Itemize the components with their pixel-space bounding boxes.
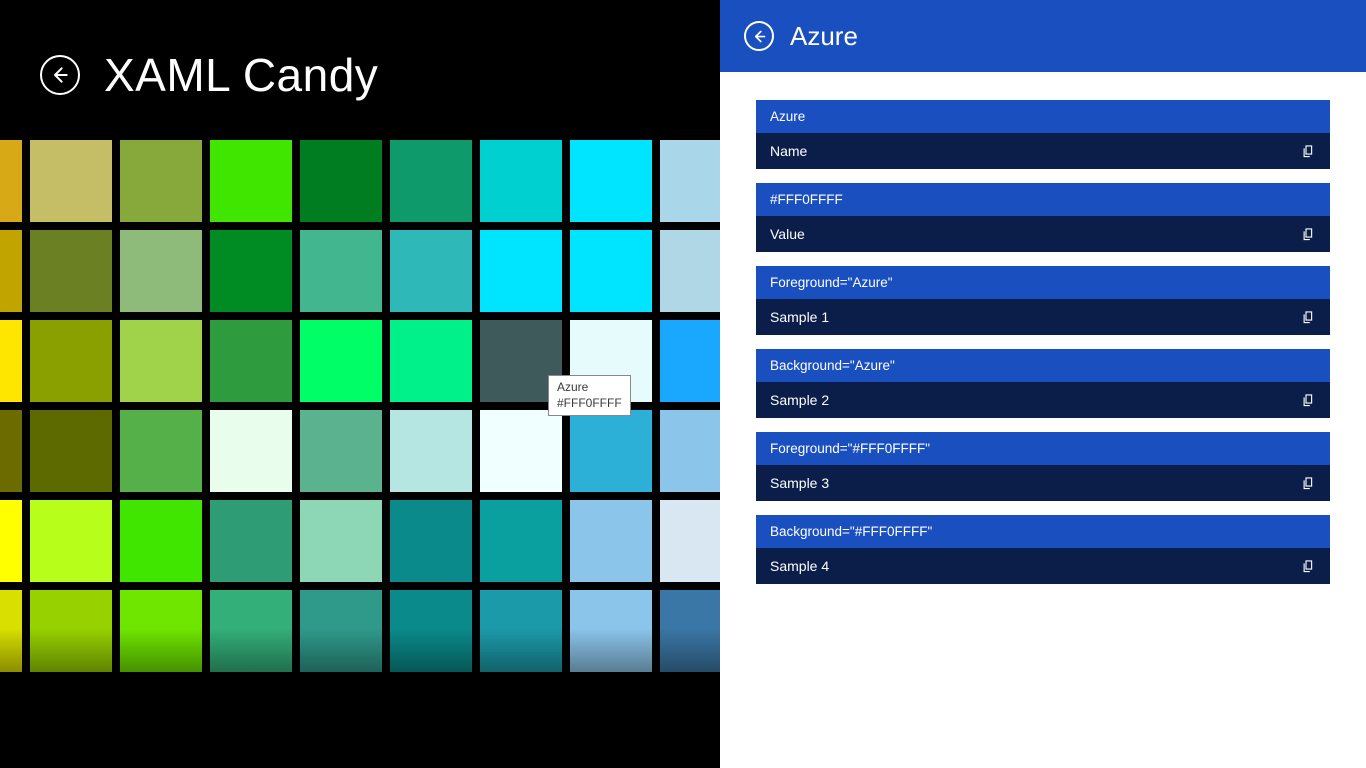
color-swatch[interactable]	[120, 590, 202, 672]
property-label-row: Sample 3	[756, 465, 1330, 501]
color-swatch[interactable]	[660, 140, 720, 222]
color-swatch[interactable]	[30, 500, 112, 582]
color-swatch[interactable]	[660, 320, 720, 402]
color-swatch[interactable]	[660, 590, 720, 672]
color-swatch[interactable]	[0, 230, 22, 312]
tooltip-hex: #FFF0FFFF	[557, 396, 622, 410]
arrow-left-icon	[752, 29, 767, 44]
property-value: Azure	[756, 100, 1330, 133]
color-swatch[interactable]	[300, 230, 382, 312]
copy-icon[interactable]	[1301, 393, 1316, 408]
color-swatch[interactable]	[300, 500, 382, 582]
color-swatch[interactable]	[30, 410, 112, 492]
property-block: Foreground="#FFF0FFFF" Sample 3	[756, 432, 1330, 501]
color-swatch[interactable]	[570, 500, 652, 582]
color-swatch[interactable]	[660, 500, 720, 582]
color-swatch[interactable]	[480, 590, 562, 672]
swatch-tooltip: Azure #FFF0FFFF	[548, 375, 631, 416]
property-label: Sample 4	[770, 558, 829, 574]
color-swatch[interactable]	[0, 500, 22, 582]
color-swatch[interactable]	[660, 230, 720, 312]
color-swatch[interactable]	[480, 230, 562, 312]
property-value: Background="Azure"	[756, 349, 1330, 382]
property-block: Foreground="Azure" Sample 1	[756, 266, 1330, 335]
color-swatch[interactable]	[0, 140, 22, 222]
color-swatch[interactable]	[390, 230, 472, 312]
property-label-row: Sample 2	[756, 382, 1330, 418]
property-label: Sample 2	[770, 392, 829, 408]
property-value: #FFF0FFFF	[756, 183, 1330, 216]
color-swatch[interactable]	[660, 410, 720, 492]
property-block: #FFF0FFFF Value	[756, 183, 1330, 252]
color-swatch[interactable]	[0, 590, 22, 672]
property-label-row: Value	[756, 216, 1330, 252]
color-swatch[interactable]	[570, 230, 652, 312]
copy-icon[interactable]	[1301, 476, 1316, 491]
color-swatch[interactable]	[300, 590, 382, 672]
app-title: XAML Candy	[104, 48, 378, 102]
property-label-row: Sample 1	[756, 299, 1330, 335]
copy-icon[interactable]	[1301, 559, 1316, 574]
color-swatch[interactable]	[120, 140, 202, 222]
color-swatch[interactable]	[30, 320, 112, 402]
property-label-row: Sample 4	[756, 548, 1330, 584]
color-grid-pane: XAML Candy Azure #FFF0FFFF	[0, 0, 720, 768]
color-swatch[interactable]	[480, 410, 562, 492]
property-label: Value	[770, 226, 805, 242]
color-swatch[interactable]	[390, 500, 472, 582]
copy-icon[interactable]	[1301, 144, 1316, 159]
tooltip-name: Azure	[557, 380, 588, 394]
color-swatch[interactable]	[120, 230, 202, 312]
color-swatch[interactable]	[210, 320, 292, 402]
property-label: Name	[770, 143, 807, 159]
color-swatch[interactable]	[0, 320, 22, 402]
detail-back-button[interactable]	[744, 21, 774, 51]
detail-pane: Azure Azure Name #FFF0FFFF Value Foreground=…	[720, 0, 1366, 768]
copy-icon[interactable]	[1301, 227, 1316, 242]
color-swatch[interactable]	[390, 410, 472, 492]
color-swatch[interactable]	[570, 410, 652, 492]
color-swatch[interactable]	[210, 500, 292, 582]
color-swatch[interactable]	[30, 140, 112, 222]
property-value: Background="#FFF0FFFF"	[756, 515, 1330, 548]
color-swatch[interactable]	[390, 320, 472, 402]
left-header: XAML Candy	[0, 0, 720, 102]
detail-body: Azure Name #FFF0FFFF Value Foreground="Azure…	[720, 72, 1366, 584]
property-block: Azure Name	[756, 100, 1330, 169]
property-block: Background="#FFF0FFFF" Sample 4	[756, 515, 1330, 584]
color-swatch[interactable]	[210, 590, 292, 672]
detail-title: Azure	[790, 21, 858, 52]
color-swatch[interactable]	[300, 320, 382, 402]
color-swatch[interactable]	[120, 320, 202, 402]
color-swatch[interactable]	[570, 140, 652, 222]
color-swatch[interactable]	[120, 500, 202, 582]
detail-header: Azure	[720, 0, 1366, 72]
color-swatch[interactable]	[480, 500, 562, 582]
color-swatch[interactable]	[30, 230, 112, 312]
color-swatch[interactable]	[570, 590, 652, 672]
back-button[interactable]	[40, 55, 80, 95]
color-swatch[interactable]	[480, 140, 562, 222]
color-swatch[interactable]	[390, 140, 472, 222]
property-value: Foreground="#FFF0FFFF"	[756, 432, 1330, 465]
color-swatch[interactable]	[30, 590, 112, 672]
property-value: Foreground="Azure"	[756, 266, 1330, 299]
color-swatch[interactable]	[210, 140, 292, 222]
property-label: Sample 1	[770, 309, 829, 325]
color-swatch[interactable]	[300, 140, 382, 222]
color-swatch[interactable]	[210, 410, 292, 492]
property-block: Background="Azure" Sample 2	[756, 349, 1330, 418]
property-label: Sample 3	[770, 475, 829, 491]
color-swatch[interactable]	[300, 410, 382, 492]
property-label-row: Name	[756, 133, 1330, 169]
copy-icon[interactable]	[1301, 310, 1316, 325]
color-swatch[interactable]	[0, 410, 22, 492]
arrow-left-icon	[50, 65, 70, 85]
color-swatch[interactable]	[390, 590, 472, 672]
color-swatch[interactable]	[210, 230, 292, 312]
color-swatch[interactable]	[120, 410, 202, 492]
